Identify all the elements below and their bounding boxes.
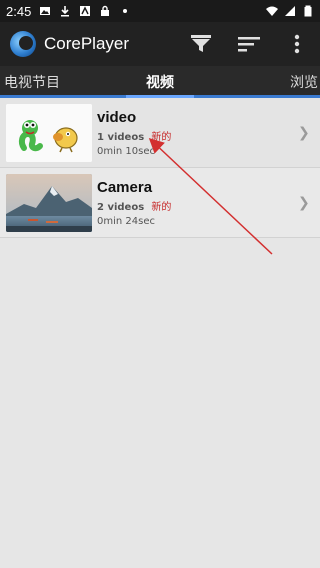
item-title: Camera — [97, 178, 153, 196]
chevron-right-icon: ❯ — [298, 124, 310, 141]
tab-strip: 电视节目 视频 浏览 — [0, 66, 320, 98]
cartoon-thumbnail — [6, 103, 92, 162]
cell-signal-icon — [284, 5, 296, 17]
item-meta: 1 videos 新的 — [97, 128, 298, 143]
wifi-icon — [266, 5, 278, 17]
video-folder-list: video 1 videos 新的 0min 10sec ❯ Camera 2 … — [0, 98, 320, 238]
more-icon — [294, 34, 300, 54]
item-video-count: 2 videos — [97, 201, 145, 213]
tab-tv-shows[interactable]: 电视节目 — [4, 66, 60, 98]
image-icon — [39, 5, 51, 17]
status-time: 2:45 — [6, 3, 32, 19]
download-icon — [59, 5, 71, 17]
chevron-right-icon: ❯ — [298, 194, 310, 211]
app-bar: CorePlayer — [0, 22, 320, 66]
list-item-video[interactable]: video 1 videos 新的 0min 10sec ❯ — [0, 98, 320, 168]
mountain-lake-thumbnail — [6, 173, 92, 232]
status-left: 2:45 — [6, 4, 131, 19]
filter-button[interactable] — [188, 31, 214, 57]
more-options-button[interactable] — [284, 31, 310, 57]
lock-icon — [99, 5, 111, 17]
list-item-camera[interactable]: Camera 2 videos 新的 0min 24sec ❯ — [0, 168, 320, 238]
tab-browse[interactable]: 浏览 — [290, 66, 318, 98]
app-icon — [79, 5, 91, 17]
battery-icon — [302, 5, 314, 17]
item-duration: 0min 10sec — [97, 145, 155, 157]
item-meta: 2 videos 新的 — [97, 198, 298, 213]
new-badge: 新的 — [151, 201, 172, 213]
item-video-count: 1 videos — [97, 131, 145, 143]
sort-icon — [238, 37, 260, 52]
item-duration: 0min 24sec — [97, 215, 155, 227]
tab-videos[interactable]: 视频 — [126, 66, 194, 98]
status-right — [266, 5, 314, 17]
status-bar: 2:45 — [0, 0, 320, 22]
app-actions — [188, 31, 310, 57]
app-title: CorePlayer — [44, 34, 130, 53]
filter-icon — [191, 35, 211, 52]
sort-button[interactable] — [236, 31, 262, 57]
item-title: video — [97, 108, 137, 126]
dot-icon — [119, 5, 131, 17]
new-badge: 新的 — [151, 131, 172, 143]
coreplayer-logo-icon — [10, 31, 36, 57]
list-item-text: Camera 2 videos 新的 0min 24sec — [97, 179, 298, 227]
list-item-text: video 1 videos 新的 0min 10sec — [97, 109, 298, 157]
